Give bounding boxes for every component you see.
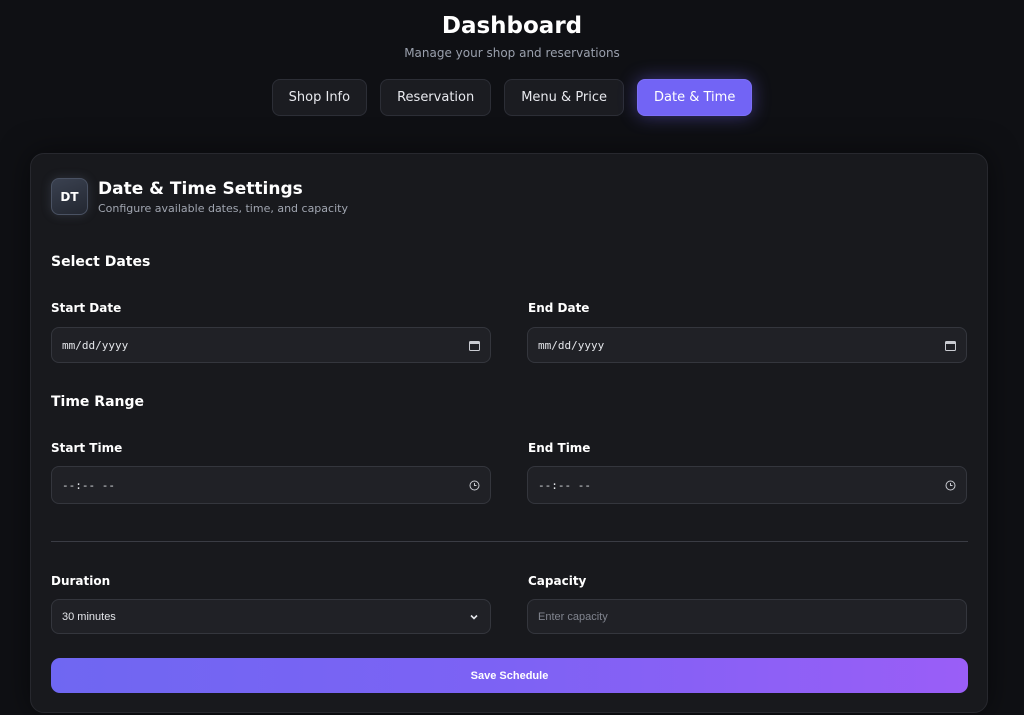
end-date-input[interactable]: mm/dd/yyyy [527,327,967,363]
end-date-label: End Date [528,301,590,315]
start-time-label: Start Time [51,441,123,455]
chevron-down-icon [468,611,480,623]
end-time-value: --:-- -- [538,478,591,492]
end-date-value: mm/dd/yyyy [538,338,605,352]
tab-bar: Shop Info Reservation Menu & Price Date … [0,79,1024,116]
page-title: Dashboard [441,13,583,39]
clock-icon[interactable] [944,479,956,491]
end-time-label: End Time [528,441,591,455]
tab-reservation[interactable]: Reservation [380,79,492,116]
save-schedule-button[interactable]: Save Schedule [51,658,968,693]
calendar-icon[interactable] [468,339,480,351]
calendar-icon[interactable] [944,339,956,351]
card-subtitle: Configure available dates, time, and cap… [98,202,348,215]
start-time-value: --:-- -- [62,478,115,492]
start-time-input[interactable]: --:-- -- [51,466,491,504]
capacity-placeholder: Enter capacity [538,610,608,623]
end-time-input[interactable]: --:-- -- [527,466,967,504]
start-date-value: mm/dd/yyyy [62,338,129,352]
tab-shop-info[interactable]: Shop Info [271,79,368,116]
tab-date-time[interactable]: Date & Time [637,79,753,116]
page-subtitle: Manage your shop and reservations [404,46,620,60]
clock-icon[interactable] [468,479,480,491]
start-date-input[interactable]: mm/dd/yyyy [51,327,491,363]
card-title: Date & Time Settings [98,179,303,199]
page-header: Dashboard Manage your shop and reservati… [0,0,1024,61]
capacity-label: Capacity [528,574,587,588]
duration-selected-value: 30 minutes [62,610,116,623]
duration-select[interactable]: 30 minutes [51,599,491,634]
capacity-input[interactable]: Enter capacity [527,599,967,634]
section-divider [51,541,968,542]
card-header: DT Date & Time Settings Configure availa… [51,178,348,215]
tab-menu-price[interactable]: Menu & Price [504,79,625,116]
duration-label: Duration [51,574,111,588]
time-range-heading: Time Range [51,394,145,410]
date-time-settings-card: DT Date & Time Settings Configure availa… [30,153,988,713]
section-badge-icon: DT [51,178,88,215]
start-date-label: Start Date [51,301,122,315]
select-dates-heading: Select Dates [51,254,151,270]
